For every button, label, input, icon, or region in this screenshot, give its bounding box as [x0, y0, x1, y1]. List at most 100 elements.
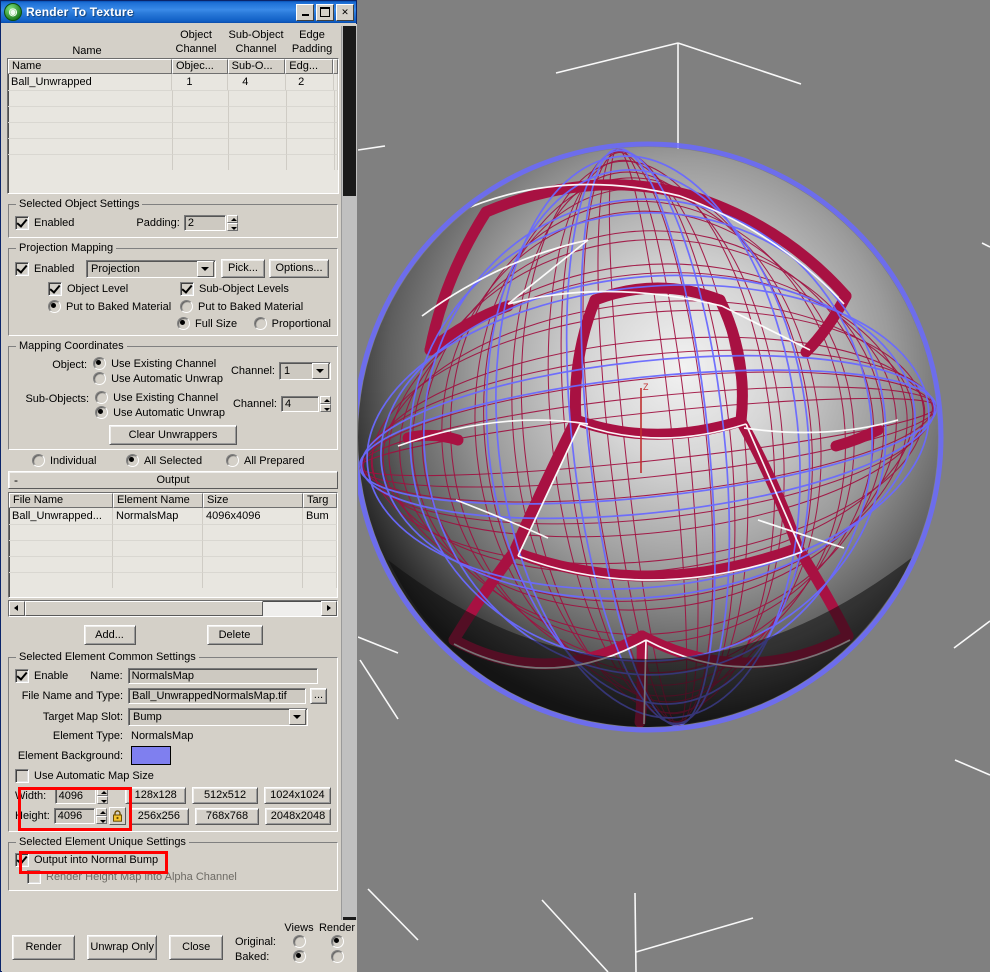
chevron-down-icon[interactable]	[289, 709, 306, 725]
output-into-normal-bump-checkbox[interactable]	[15, 853, 29, 867]
maximize-button[interactable]	[316, 3, 334, 21]
object-level-label: Object Level	[67, 283, 129, 295]
close-icon[interactable]: ✕	[336, 3, 354, 21]
size-preset-256-button[interactable]: 256x256	[128, 807, 189, 825]
element-background-color-swatch[interactable]	[131, 746, 171, 765]
column-header-sub-object-channel[interactable]: Sub-O...	[227, 59, 286, 74]
pick-button[interactable]: Pick...	[221, 259, 265, 278]
full-size-radio[interactable]	[177, 317, 190, 330]
header-sub-object-channel: Sub-Object Channel	[228, 29, 284, 55]
close-button[interactable]: Close	[169, 935, 223, 960]
subobject-channel-input[interactable]: 4	[281, 396, 319, 412]
output-header-row[interactable]: File Name Element Name Size Targ	[9, 493, 337, 508]
listview-header-row[interactable]: Name Objec... Sub-O... Edg...	[8, 59, 338, 74]
chevron-down-icon[interactable]	[197, 260, 214, 277]
browse-file-button[interactable]: ...	[310, 688, 327, 704]
put-to-baked-material-subobject-radio[interactable]	[180, 300, 193, 313]
delete-button[interactable]: Delete	[206, 625, 263, 645]
baked-views-radio[interactable]	[292, 950, 306, 963]
selected-element-common-settings-group: Selected Element Common Settings Enable …	[8, 651, 338, 832]
padding-input[interactable]: 2	[183, 215, 226, 231]
output-actions: Add... Delete	[8, 625, 338, 645]
proportional-label: Proportional	[271, 317, 331, 330]
render-height-map-into-alpha-label: Render Height Map into Alpha Channel	[46, 871, 237, 883]
object-use-existing-channel-radio[interactable]	[93, 357, 107, 370]
column-header-name[interactable]: Name	[8, 59, 172, 74]
column-header-edge-padding[interactable]: Edg...	[285, 59, 333, 74]
size-preset-128-button[interactable]: 128x128	[125, 787, 187, 804]
object-channel-dropdown[interactable]: 1	[279, 362, 331, 380]
height-input[interactable]: 4096	[53, 808, 95, 824]
subobject-use-existing-channel-label: Use Existing Channel	[113, 391, 219, 404]
size-preset-2048-button[interactable]: 2048x2048	[265, 807, 331, 825]
proportional-radio[interactable]	[253, 317, 267, 330]
original-render-radio[interactable]	[330, 935, 344, 948]
object-enabled-checkbox[interactable]	[15, 216, 29, 230]
projection-modifier-dropdown[interactable]: Projection	[86, 259, 216, 278]
height-spinner[interactable]	[95, 808, 107, 824]
scroll-right-arrow-icon[interactable]	[321, 601, 337, 616]
sub-object-levels-checkbox[interactable]	[180, 282, 194, 296]
output-listview[interactable]: File Name Element Name Size Targ Ball_Un…	[8, 492, 338, 598]
element-enable-checkbox[interactable]	[15, 669, 29, 683]
column-header-file-name[interactable]: File Name	[9, 493, 113, 508]
target-map-slot-dropdown[interactable]: Bump	[128, 708, 308, 726]
options-button[interactable]: Options...	[269, 259, 329, 278]
output-horizontal-scrollbar[interactable]	[8, 600, 338, 617]
width-spinner[interactable]	[97, 787, 109, 804]
column-header-spacer[interactable]	[333, 59, 338, 74]
chevron-down-icon[interactable]	[312, 363, 329, 379]
baked-render-radio[interactable]	[330, 950, 344, 963]
object-use-automatic-unwrap-radio[interactable]	[93, 372, 107, 385]
empty-row	[8, 154, 338, 170]
render-button[interactable]: Render	[12, 935, 75, 960]
projection-enabled-checkbox[interactable]	[15, 261, 29, 276]
perspective-viewport[interactable]: Z	[358, 0, 990, 972]
output-rollout-header[interactable]: - Output	[8, 471, 338, 489]
size-preset-1024-button[interactable]: 1024x1024	[263, 787, 331, 804]
object-channel-value: 1	[284, 365, 291, 377]
column-header-element-name[interactable]: Element Name	[113, 493, 203, 508]
original-views-radio[interactable]	[292, 935, 306, 948]
use-automatic-map-size-checkbox[interactable]	[15, 769, 29, 783]
all-selected-radio[interactable]	[126, 454, 139, 467]
individual-radio[interactable]	[32, 454, 45, 467]
scrollbar-thumb[interactable]	[343, 26, 356, 196]
objects-to-bake-list[interactable]: Name Object Channel Sub-Object Channel E…	[7, 28, 339, 194]
empty-row	[8, 106, 338, 122]
column-header-object-channel[interactable]: Objec...	[171, 59, 228, 74]
object-level-checkbox[interactable]	[48, 282, 62, 296]
horizontal-scroll-track[interactable]	[263, 601, 321, 616]
element-type-label: Element Type:	[52, 730, 123, 742]
file-name-and-type-input[interactable]: Ball_UnwrappedNormalsMap.tif	[128, 688, 306, 704]
size-preset-768-button[interactable]: 768x768	[194, 807, 259, 825]
width-input[interactable]: 4096	[54, 787, 97, 804]
clear-unwrappers-button[interactable]: Clear Unwrappers	[109, 425, 237, 445]
objects-listview[interactable]: Name Objec... Sub-O... Edg... Ball_Unwra…	[7, 58, 339, 194]
table-row[interactable]: Ball_Unwrapped 1 4 2	[8, 74, 338, 90]
unwrap-only-button[interactable]: Unwrap Only	[86, 935, 158, 960]
element-name-input[interactable]: NormalsMap	[127, 668, 318, 684]
scroll-left-arrow-icon[interactable]	[9, 601, 25, 616]
title-bar[interactable]: ◉ Render To Texture ✕	[1, 1, 356, 23]
collapse-toggle-icon[interactable]: -	[14, 474, 18, 486]
all-prepared-radio[interactable]	[226, 454, 239, 467]
subobject-channel-spinner[interactable]	[320, 396, 331, 412]
render-height-map-into-alpha-checkbox[interactable]	[27, 870, 41, 884]
minimize-button[interactable]	[296, 3, 314, 21]
subobject-use-automatic-unwrap-radio[interactable]	[95, 406, 109, 419]
padlock-icon[interactable]	[108, 807, 126, 825]
padding-spinner[interactable]	[226, 215, 238, 231]
target-map-slot-label: Target Map Slot:	[42, 711, 123, 723]
table-row[interactable]: Ball_Unwrapped... NormalsMap 4096x4096 B…	[9, 508, 337, 524]
full-size-label: Full Size	[195, 317, 238, 330]
app-root: Z ◉ Render To Texture ✕ Name Object Chan…	[0, 0, 990, 972]
put-to-baked-material-object-radio[interactable]	[48, 300, 61, 313]
horizontal-scroll-thumb[interactable]	[25, 601, 263, 616]
subobject-use-existing-channel-radio[interactable]	[95, 391, 109, 404]
column-header-target[interactable]: Targ	[303, 493, 337, 508]
column-header-size[interactable]: Size	[203, 493, 303, 508]
add-button[interactable]: Add...	[83, 625, 136, 645]
dialog-vertical-scrollbar[interactable]	[341, 26, 357, 939]
size-preset-512-button[interactable]: 512x512	[192, 787, 258, 804]
